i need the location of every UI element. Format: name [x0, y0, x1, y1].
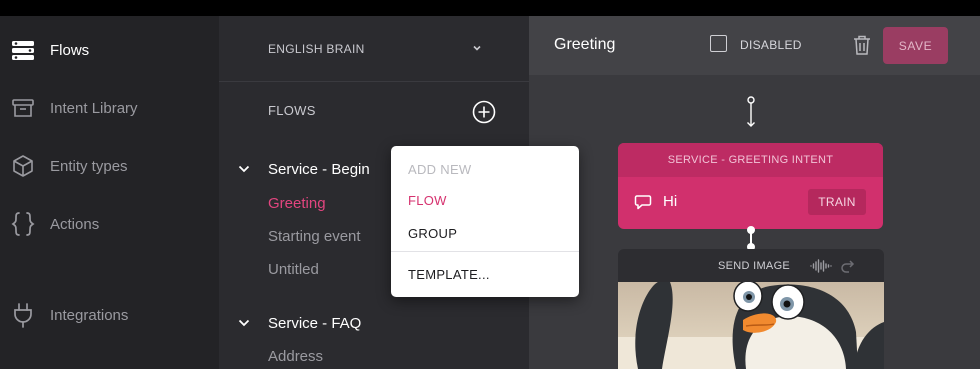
sidebar-nav: Flows Intent Library Entity types Action…: [0, 16, 219, 369]
menu-header: ADD NEW: [408, 162, 472, 177]
send-image-node[interactable]: SEND IMAGE: [618, 249, 884, 369]
chevron-down-icon: [237, 316, 251, 330]
flow-group-service-begin[interactable]: Service - Begin: [237, 157, 370, 181]
flow-group-service-faq[interactable]: Service - FAQ: [237, 311, 361, 335]
sidebar-item-actions[interactable]: Actions: [0, 204, 219, 244]
plug-icon: [10, 302, 36, 328]
flow-item-address[interactable]: Address: [268, 348, 323, 365]
trash-icon[interactable]: [852, 34, 872, 56]
penguin-image: [618, 280, 884, 369]
sidebar-item-intent-library[interactable]: Intent Library: [0, 88, 219, 128]
send-image-header: SEND IMAGE: [618, 249, 884, 282]
sidebar-item-flows[interactable]: Flows: [0, 30, 219, 70]
flows-section-label: FLOWS: [268, 103, 316, 118]
disabled-checkbox[interactable]: [710, 35, 727, 52]
start-connector-arrow: [745, 96, 757, 128]
sidebar-item-label: Flows: [50, 41, 90, 59]
flows-icon: [10, 37, 36, 63]
node-link-dot[interactable]: [747, 226, 755, 234]
speech-bubble-icon: [634, 193, 652, 211]
brain-name: ENGLISH BRAIN: [268, 42, 365, 56]
flow-group-label: Service - FAQ: [268, 314, 362, 332]
top-bar: [0, 0, 980, 16]
flow-item-untitled[interactable]: Untitled: [268, 261, 319, 278]
chevron-down-icon: [237, 162, 251, 176]
send-image-title: SEND IMAGE: [718, 260, 791, 272]
intent-node-title: SERVICE - GREETING INTENT: [667, 154, 834, 166]
flow-group-label: Service - Begin: [268, 160, 370, 178]
add-flow-button[interactable]: [472, 100, 496, 124]
sidebar-item-label: Integrations: [50, 306, 129, 324]
flow-item-starting-event[interactable]: Starting event: [268, 228, 361, 245]
menu-divider: [391, 251, 579, 252]
canvas-header: Greeting DISABLED SAVE: [529, 16, 980, 75]
add-new-menu: ADD NEW FLOW GROUP TEMPLATE...: [391, 146, 579, 297]
menu-item-group[interactable]: GROUP: [408, 226, 457, 241]
cube-icon: [10, 153, 36, 179]
audio-wave-icon[interactable]: [810, 258, 832, 274]
intent-node-header: SERVICE - GREETING INTENT: [618, 143, 883, 177]
chevron-down-icon: [470, 41, 484, 55]
menu-item-template[interactable]: TEMPLATE...: [408, 267, 490, 282]
sidebar-item-label: Entity types: [50, 157, 128, 175]
braces-icon: [10, 211, 36, 237]
sidebar-item-integrations[interactable]: Integrations: [0, 295, 219, 335]
archive-icon: [10, 95, 36, 121]
sidebar-item-label: Actions: [50, 215, 100, 233]
intent-node[interactable]: SERVICE - GREETING INTENT Hi TRAIN: [618, 143, 883, 229]
flow-item-greeting[interactable]: Greeting: [268, 195, 326, 212]
menu-item-flow[interactable]: FLOW: [408, 193, 447, 208]
save-button[interactable]: SAVE: [883, 27, 948, 64]
sidebar-item-entity-types[interactable]: Entity types: [0, 146, 219, 186]
plus-circle-icon: [472, 100, 496, 124]
disabled-label: DISABLED: [740, 38, 802, 52]
sidebar-item-label: Intent Library: [50, 99, 138, 117]
flow-title: Greeting: [554, 36, 616, 53]
brain-selector[interactable]: ENGLISH BRAIN: [219, 16, 529, 82]
flow-canvas[interactable]: Greeting DISABLED SAVE SERVICE - GREETIN…: [529, 16, 980, 369]
train-button[interactable]: TRAIN: [808, 189, 866, 215]
redo-icon[interactable]: [840, 259, 856, 273]
intent-example-text: Hi: [663, 193, 678, 210]
